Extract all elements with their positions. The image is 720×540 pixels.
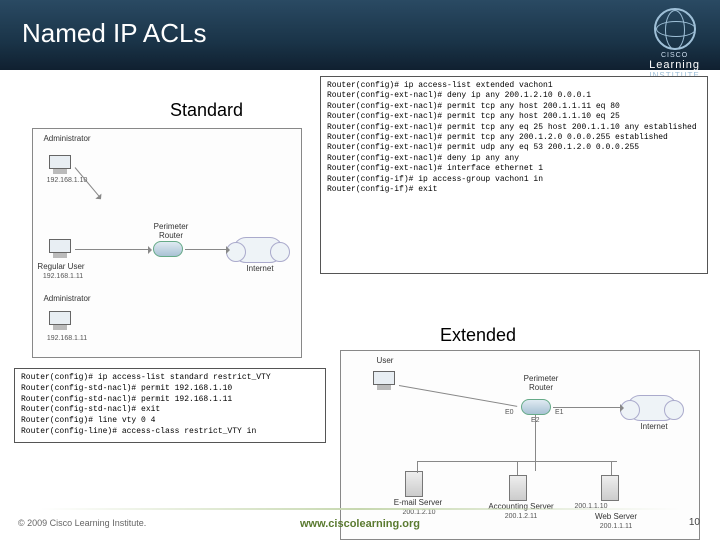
e1-label: E1 (555, 409, 564, 417)
footer-url: www.ciscolearning.org (300, 518, 420, 530)
standard-label: Standard (170, 100, 243, 121)
link-line (517, 461, 518, 475)
internet-label: Internet (237, 265, 283, 274)
extended-label: Extended (440, 325, 516, 346)
server-icon (601, 475, 619, 501)
link-line (399, 385, 517, 407)
e0-label: E0 (505, 409, 514, 417)
link-line (417, 461, 418, 473)
copyright-text: © 2009 Cisco Learning Institute. (18, 518, 146, 528)
pc-icon (47, 311, 73, 333)
slide-footer: © 2009 Cisco Learning Institute. www.cis… (0, 500, 720, 540)
globe-icon (654, 8, 696, 50)
reguser-label: Regular User (31, 263, 91, 272)
perimeter2-label: Perimeter Router (513, 375, 569, 393)
footer-divider (40, 508, 680, 510)
standard-acl-code: Router(config)# ip access-list standard … (14, 368, 326, 443)
server-icon (509, 475, 527, 501)
link-line (611, 461, 612, 475)
server-icon (405, 471, 423, 497)
admin2-label: Administrator (37, 295, 97, 304)
link-line (75, 249, 151, 250)
router-icon (153, 241, 183, 257)
link-line (185, 249, 229, 250)
standard-topology-diagram: Administrator 192.168.1.10 Regular User … (32, 128, 302, 358)
pc-icon (371, 371, 397, 393)
reguser-ip: 192.168.1.11 (33, 273, 93, 281)
admin2-ip: 192.168.1.11 (37, 335, 97, 343)
cloud-icon (233, 237, 283, 263)
extended-acl-code: Router(config)# ip access-list extended … (320, 76, 708, 274)
slide-body: Standard Extended Router(config)# ip acc… (0, 70, 720, 500)
pc-icon (47, 155, 73, 177)
link-line (535, 415, 536, 471)
page-number: 10 (689, 517, 700, 528)
slide-header: Named IP ACLs CISCO Learning INSTITUTE (0, 0, 720, 70)
cloud-icon (627, 395, 677, 421)
perimeter-label: Perimeter Router (145, 223, 197, 241)
admin-label: Administrator (37, 135, 97, 144)
link-line (553, 407, 623, 408)
slide-title: Named IP ACLs (22, 18, 207, 49)
router-icon (521, 399, 551, 415)
logo-cisco-text: CISCO (649, 52, 700, 59)
pc-icon (47, 239, 73, 261)
user-label: User (365, 357, 405, 366)
internet2-label: Internet (631, 423, 677, 432)
